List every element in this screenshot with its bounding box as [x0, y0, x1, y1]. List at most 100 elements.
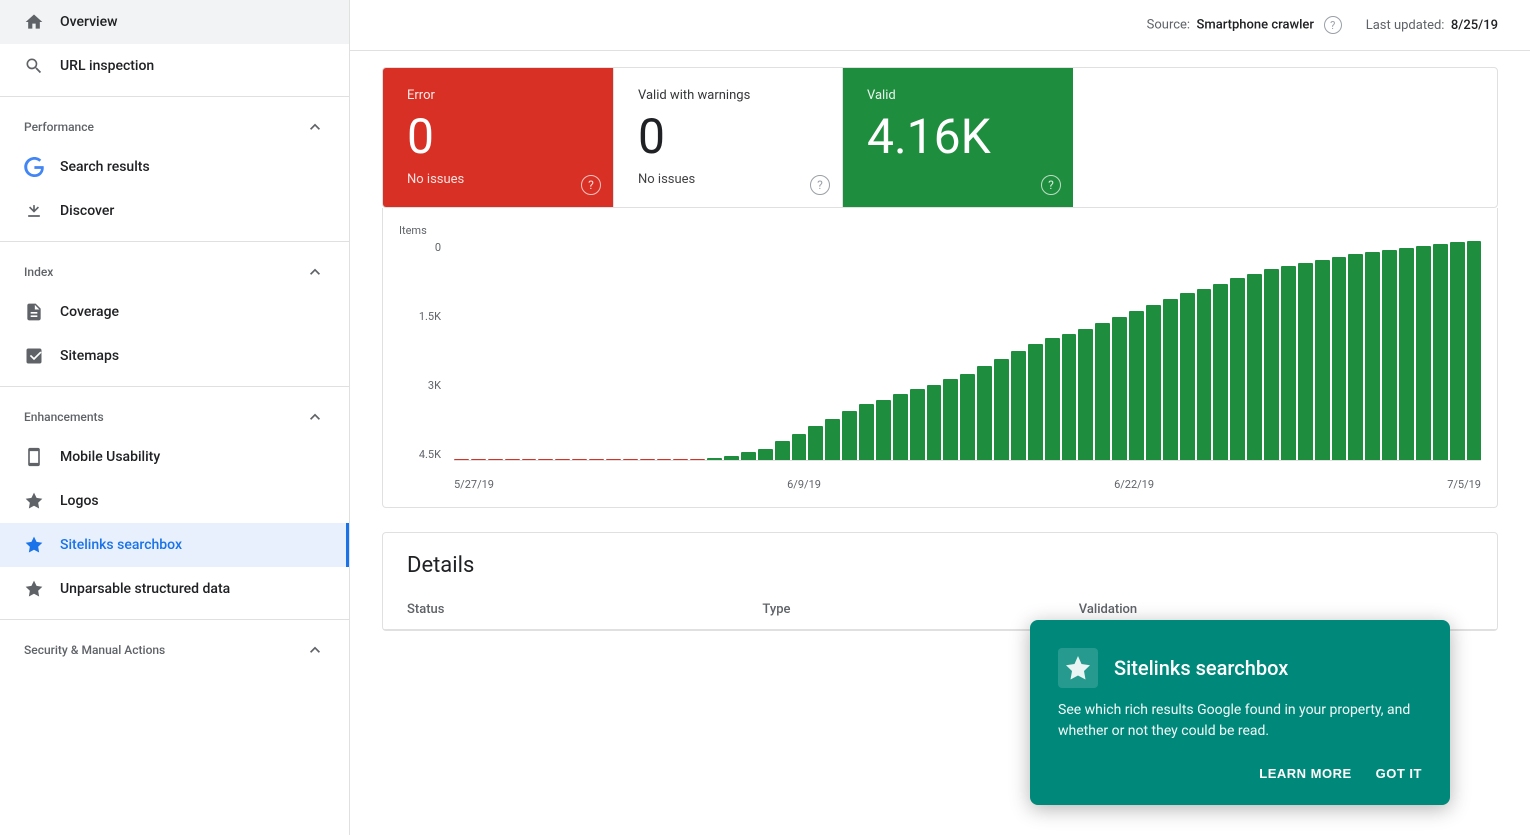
chart-bar — [758, 449, 773, 460]
warning-desc: No issues — [638, 172, 818, 187]
col-status: Status — [383, 590, 738, 630]
coverage-icon — [24, 302, 44, 322]
chart-bars — [454, 241, 1481, 461]
last-updated-label: Last updated: — [1366, 18, 1445, 33]
chevron-up-icon — [305, 117, 325, 137]
source-value: Smartphone crawler — [1197, 18, 1314, 33]
chart-bar — [1213, 284, 1228, 460]
valid-count: 4.16K — [867, 111, 1049, 164]
sidebar-item-search-results[interactable]: Search results — [0, 145, 349, 189]
got-it-button[interactable]: GOT IT — [1376, 762, 1422, 785]
valid-label: Valid — [867, 88, 1049, 103]
tooltip-actions: LEARN MORE GOT IT — [1058, 762, 1422, 785]
chart-bar — [1348, 254, 1363, 460]
sidebar-item-sitelinks-searchbox[interactable]: Sitelinks searchbox — [0, 523, 349, 567]
chart-bar — [522, 459, 537, 460]
chart-bar — [1095, 323, 1110, 460]
details-title: Details — [383, 533, 1497, 590]
chart-bar — [893, 394, 908, 460]
chart-bar — [1382, 250, 1397, 460]
chart-bar — [1230, 278, 1245, 460]
sidebar-section-enhancements[interactable]: Enhancements — [0, 395, 349, 435]
sidebar-item-url-inspection[interactable]: URL inspection — [0, 44, 349, 88]
chart-bar — [808, 426, 823, 460]
chart-bar — [1281, 266, 1296, 460]
tooltip-icon — [1058, 648, 1098, 688]
sitemaps-icon — [24, 346, 44, 366]
y-tick-3: 3K — [399, 379, 449, 392]
sidebar-item-logos[interactable]: Logos — [0, 479, 349, 523]
sidebar-section-performance[interactable]: Performance — [0, 105, 349, 145]
error-label: Error — [407, 88, 589, 103]
security-section-label: Security & Manual Actions — [24, 643, 165, 657]
chart-bar — [640, 459, 655, 460]
chart-x-axis: 5/27/19 6/9/19 6/22/19 7/5/19 — [454, 472, 1481, 491]
sidebar-search-results-label: Search results — [60, 159, 150, 175]
chart-bar — [994, 359, 1009, 460]
chart-bar — [555, 459, 570, 460]
chart-bar — [1011, 351, 1026, 460]
warning-card: Valid with warnings 0 No issues ? — [613, 68, 843, 207]
chart-bar — [471, 459, 486, 460]
logos-icon — [24, 491, 44, 511]
chart-bar — [1112, 317, 1127, 460]
source-help-icon[interactable]: ? — [1324, 16, 1342, 34]
sidebar-discover-label: Discover — [60, 203, 114, 219]
warning-help-icon[interactable]: ? — [810, 175, 830, 195]
sidebar-item-discover[interactable]: Discover — [0, 189, 349, 233]
y-tick-2: 1.5K — [399, 310, 449, 323]
error-card: Error 0 No issues ? — [383, 68, 613, 207]
chart-bar — [657, 459, 672, 460]
last-updated-info: Last updated: 8/25/19 — [1366, 18, 1498, 33]
chart-bar — [859, 404, 874, 460]
chart-bar — [1264, 269, 1279, 460]
chart-bar — [1298, 263, 1313, 460]
error-count: 0 — [407, 111, 589, 164]
sidebar-item-mobile-usability[interactable]: Mobile Usability — [0, 435, 349, 479]
sidebar-section-security[interactable]: Security & Manual Actions — [0, 628, 349, 668]
chart-y-axis: 4.5K 3K 1.5K 0 — [399, 241, 449, 461]
valid-help-icon[interactable]: ? — [1041, 175, 1061, 195]
chevron-up-icon-security — [305, 640, 325, 660]
chart-bar — [741, 452, 756, 460]
x-tick-3: 6/22/19 — [1114, 478, 1154, 491]
enhancements-section-label: Enhancements — [24, 410, 104, 424]
chart-bar — [977, 366, 992, 460]
unparsable-icon — [24, 579, 44, 599]
chart-bar — [1129, 311, 1144, 460]
tooltip-popup: Sitelinks searchbox See which rich resul… — [1030, 620, 1450, 805]
chart-bar — [1180, 293, 1195, 460]
sidebar-item-overview[interactable]: Overview — [0, 0, 349, 44]
learn-more-button[interactable]: LEARN MORE — [1259, 762, 1351, 785]
sidebar-mobile-usability-label: Mobile Usability — [60, 449, 160, 465]
x-tick-4: 7/5/19 — [1447, 478, 1481, 491]
sidebar-sitemaps-label: Sitemaps — [60, 348, 119, 364]
chart-bar — [960, 374, 975, 460]
main-header: Source: Smartphone crawler ? Last update… — [350, 0, 1530, 51]
sidebar-item-sitemaps[interactable]: Sitemaps — [0, 334, 349, 378]
valid-card: Valid 4.16K ? — [843, 68, 1073, 207]
sidebar: Overview URL inspection Performance Sear… — [0, 0, 350, 835]
chart-bar — [792, 434, 807, 460]
chart-bar — [825, 419, 840, 460]
chart-bar — [1247, 274, 1262, 460]
sidebar-url-inspection-label: URL inspection — [60, 58, 154, 74]
chart-bar — [1045, 338, 1060, 460]
sidebar-section-index[interactable]: Index — [0, 250, 349, 290]
chart-bar — [454, 459, 469, 460]
chart-y-label: Items — [399, 224, 1481, 237]
warning-label: Valid with warnings — [638, 88, 818, 103]
chart-container: Items 4.5K 3K 1.5K 0 5/27/19 6/9/19 6/22… — [382, 208, 1498, 508]
source-label: Source: — [1147, 18, 1190, 33]
y-tick-1: 0 — [399, 241, 449, 254]
chart-bar — [1467, 241, 1482, 460]
chart-bar — [1315, 260, 1330, 460]
error-help-icon[interactable]: ? — [581, 175, 601, 195]
sidebar-coverage-label: Coverage — [60, 304, 119, 320]
sidebar-sitelinks-label: Sitelinks searchbox — [60, 537, 182, 553]
sidebar-item-unparsable[interactable]: Unparsable structured data — [0, 567, 349, 611]
chart-bar — [724, 456, 739, 460]
col-type: Type — [738, 590, 1054, 630]
error-desc: No issues — [407, 172, 589, 187]
sidebar-item-coverage[interactable]: Coverage — [0, 290, 349, 334]
